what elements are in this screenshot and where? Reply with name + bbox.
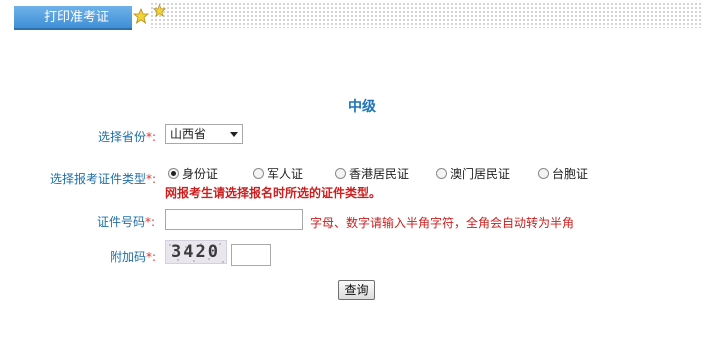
id-type-warning: 网报考生请选择报名时所选的证件类型。 [165,186,382,200]
province-selected-value: 山西省 [170,127,207,141]
radio-button[interactable] [538,168,549,179]
radio-label: 香港居民证 [349,167,410,181]
captcha-input[interactable] [231,244,271,266]
query-button[interactable]: 查询 [338,280,375,300]
radio-option-hk-resident[interactable]: 香港居民证 [335,165,409,183]
province-select[interactable]: 山西省 [165,124,243,144]
radio-label: 台胞证 [552,167,589,181]
radio-button[interactable] [436,168,447,179]
tab-print-admission-ticket[interactable]: 打印准考证 [14,6,132,30]
dotted-decoration [150,2,702,28]
id-number-input[interactable] [165,209,303,230]
radio-option-military-id[interactable]: 军人证 [253,165,303,183]
province-label: 选择省份 [98,130,147,144]
radio-button[interactable] [253,168,264,179]
id-number-hint: 字母、数字请输入半角字符，全角会自动转为半角 [310,216,575,230]
radio-option-macau-resident[interactable]: 澳门居民证 [436,165,510,183]
radio-label: 军人证 [267,167,304,181]
id-type-label-row: 选择报考证件类型*: [50,170,156,187]
id-number-label-row: 证件号码*: [97,213,155,230]
top-nav-bar: 打印准考证 [0,0,724,34]
captcha-label: 附加码 [110,250,147,264]
form-title: 中级 [348,99,376,115]
radio-label: 澳门居民证 [450,167,511,181]
required-mark: *: [146,130,157,144]
chevron-down-icon [230,132,238,137]
captcha-text: 3420 [171,242,220,262]
star-icon [132,7,150,27]
required-mark: *: [146,172,157,186]
radio-option-id-card[interactable]: 身份证 [168,165,218,183]
radio-option-taiwan-compatriot[interactable]: 台胞证 [538,165,588,183]
id-type-radio-group: 身份证 军人证 香港居民证 澳门居民证 台胞证 [168,165,608,183]
required-mark: *: [145,215,156,229]
radio-button[interactable] [335,168,346,179]
province-label-row: 选择省份*: [98,128,156,145]
radio-button[interactable] [168,168,179,179]
star-icon [152,3,167,20]
captcha-label-row: 附加码*: [110,248,156,265]
id-number-label: 证件号码 [97,215,146,229]
captcha-image[interactable]: 3420 [165,240,227,264]
radio-label: 身份证 [182,167,219,181]
required-mark: *: [146,250,157,264]
id-type-label: 选择报考证件类型 [50,172,147,186]
